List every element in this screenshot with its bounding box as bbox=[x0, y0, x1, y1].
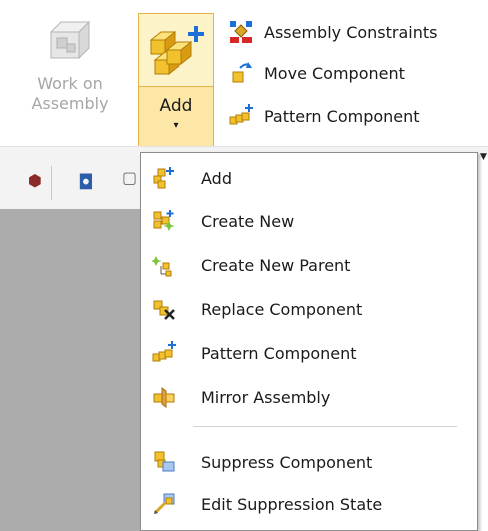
toolbar-icon-left[interactable]: ⬢ bbox=[28, 171, 42, 190]
menu-item-create-new-parent[interactable]: Create New Parent bbox=[142, 245, 476, 285]
menu-item-create-new[interactable]: Create New bbox=[142, 201, 476, 241]
pattern-component-label: Pattern Component bbox=[264, 106, 420, 126]
add-component-icon bbox=[149, 26, 204, 76]
pattern-component-icon bbox=[152, 341, 176, 362]
menu-item-label: Create New Parent bbox=[201, 255, 351, 275]
create-new-parent-icon bbox=[152, 256, 172, 277]
menu-item-label: Mirror Assembly bbox=[201, 387, 331, 407]
toolbar-icon-right[interactable]: ▢ bbox=[122, 168, 137, 187]
pattern-component-icon bbox=[229, 104, 253, 125]
create-new-icon bbox=[153, 210, 175, 231]
add-split-button[interactable]: Add ▾ bbox=[138, 13, 214, 150]
menu-item-mirror-assembly[interactable]: Mirror Assembly bbox=[142, 377, 476, 417]
work-on-assembly-label-line1: Work on bbox=[37, 74, 103, 93]
assembly-constraints-button[interactable]: Assembly Constraints bbox=[228, 17, 438, 47]
add-dropdown-menu: Add Create New Create New Parent Replace… bbox=[140, 152, 478, 531]
edit-suppression-state-icon bbox=[153, 493, 175, 515]
mirror-assembly-icon bbox=[153, 387, 175, 408]
fit-view-icon[interactable]: ◘ bbox=[78, 170, 94, 194]
work-on-assembly-button[interactable]: Work on Assembly bbox=[30, 16, 110, 114]
menu-item-label: Suppress Component bbox=[201, 452, 373, 472]
menu-item-label: Create New bbox=[201, 211, 295, 231]
move-component-label: Move Component bbox=[264, 63, 405, 83]
menu-item-edit-suppression-state[interactable]: Edit Suppression State bbox=[142, 484, 476, 524]
move-component-icon bbox=[232, 62, 252, 83]
toolbar-separator bbox=[51, 166, 52, 200]
menu-item-suppress-component[interactable]: Suppress Component bbox=[142, 442, 476, 482]
menu-item-label: Pattern Component bbox=[201, 343, 357, 363]
assembly-constraints-label: Assembly Constraints bbox=[264, 22, 438, 42]
suppress-component-icon bbox=[154, 451, 175, 472]
replace-component-icon bbox=[153, 300, 175, 320]
menu-item-pattern-component[interactable]: Pattern Component bbox=[142, 333, 476, 373]
menu-item-label: Add bbox=[201, 168, 232, 188]
menu-item-label: Replace Component bbox=[201, 299, 363, 319]
add-button-top[interactable] bbox=[139, 14, 213, 86]
chevron-down-icon: ▾ bbox=[173, 120, 179, 131]
menu-item-label: Edit Suppression State bbox=[201, 494, 383, 514]
assembly-cube-icon bbox=[49, 20, 91, 60]
assembly-constraints-icon bbox=[230, 21, 252, 43]
menu-separator bbox=[193, 426, 457, 427]
chevron-down-icon[interactable]: ▼ bbox=[480, 152, 487, 162]
menu-item-add[interactable]: Add bbox=[142, 158, 476, 198]
graphics-window[interactable] bbox=[0, 209, 150, 531]
add-button-label: Add bbox=[159, 96, 193, 116]
work-on-assembly-label-line2: Assembly bbox=[31, 94, 109, 113]
add-dropdown-button[interactable]: Add ▾ bbox=[139, 86, 213, 150]
menu-item-replace-component[interactable]: Replace Component bbox=[142, 289, 476, 329]
move-component-button[interactable]: Move Component bbox=[228, 58, 405, 88]
add-icon bbox=[153, 167, 174, 189]
pattern-component-button[interactable]: Pattern Component bbox=[228, 101, 420, 131]
ribbon: Work on Assembly Add ▾ Assembly Constrai… bbox=[0, 0, 488, 157]
